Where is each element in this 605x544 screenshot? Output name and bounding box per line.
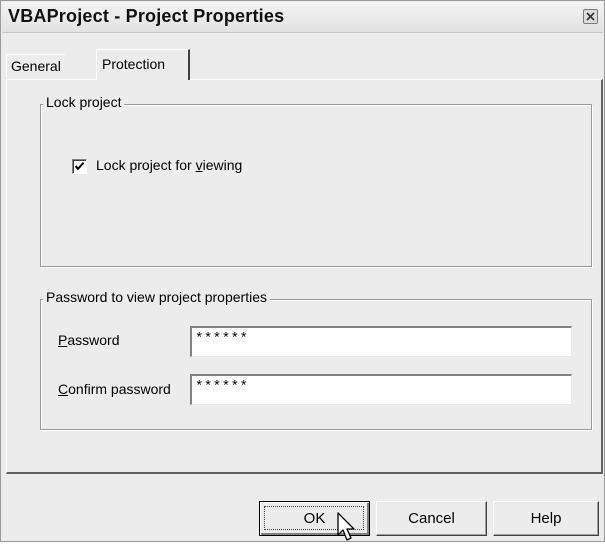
title-bar[interactable]: VBAProject - Project Properties [2,2,603,33]
cancel-button[interactable]: Cancel [376,501,487,536]
confirm-password-field[interactable]: ****** [190,374,572,405]
close-icon [586,12,595,21]
tab-protection-label: Protection [102,56,166,72]
close-button[interactable] [583,9,598,24]
confirm-label-rest: onfirm password [68,381,171,397]
password-label-rest: assword [67,332,120,348]
tab-general[interactable]: General [6,54,65,78]
password-label: Password [58,332,119,348]
password-group-legend: Password to view project properties [43,289,270,305]
help-button-label: Help [530,510,562,527]
password-group [40,299,592,430]
confirm-password-label: Confirm password [58,381,171,397]
tab-general-label: General [11,58,61,74]
window-title: VBAProject - Project Properties [8,6,285,26]
checkbox-label-mnemonic: v [195,157,203,173]
cancel-button-label: Cancel [408,510,455,527]
confirm-label-mnemonic: C [58,381,69,397]
mouse-pointer-icon [337,512,355,541]
password-field[interactable]: ****** [190,326,572,357]
lock-project-legend: Lock project [43,94,125,110]
project-properties-dialog: VBAProject - Project Properties General … [0,0,605,542]
checkbox-label-text: Lock project for [96,157,196,173]
lock-project-checkbox-label[interactable]: Lock project for viewing [96,157,242,173]
checkmark-icon [74,162,85,171]
lock-project-group [40,104,592,267]
password-label-mnemonic: P [58,332,68,348]
lock-project-checkbox[interactable] [72,159,87,174]
ok-button-label: OK [303,510,326,527]
help-button[interactable]: Help [493,501,599,536]
checkbox-label-rest: iewing [202,157,243,173]
tab-protection[interactable]: Protection [96,49,190,80]
